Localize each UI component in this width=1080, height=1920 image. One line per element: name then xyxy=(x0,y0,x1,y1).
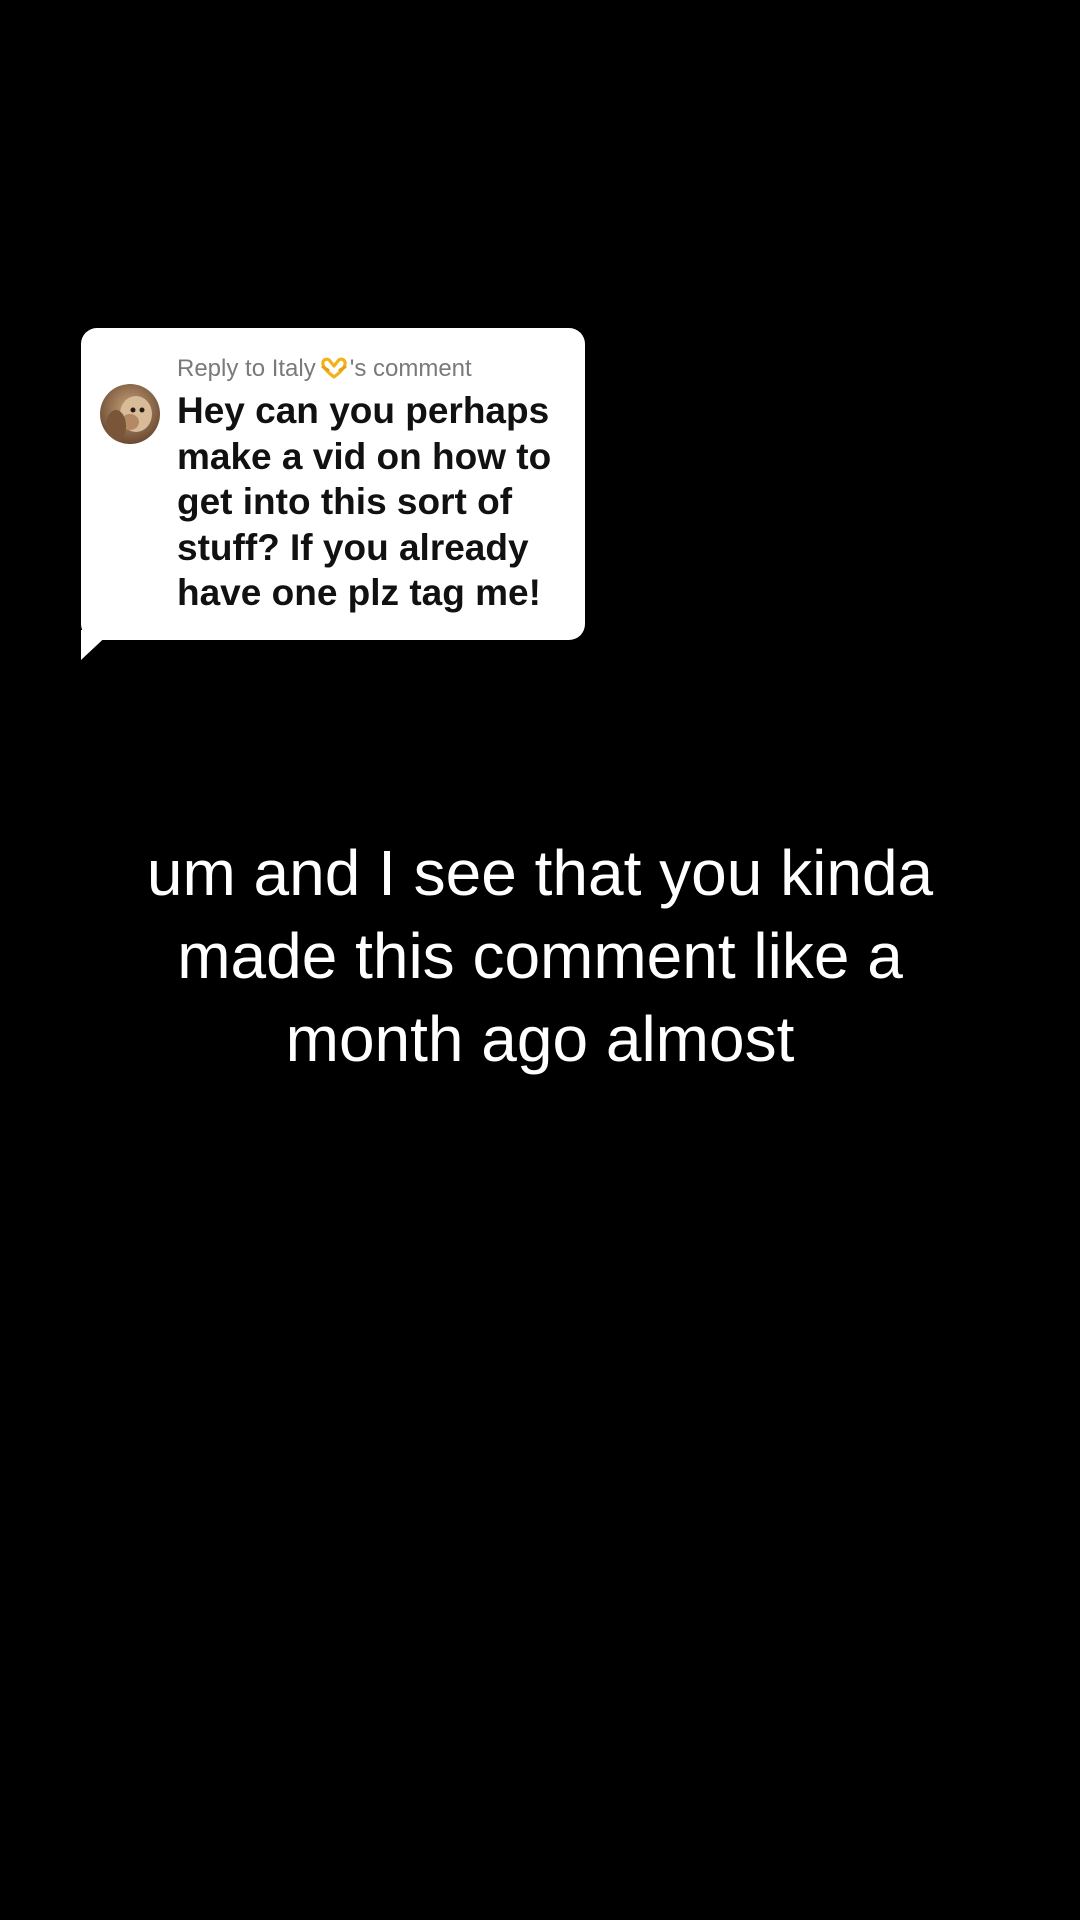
caption-line: um and I see that you kinda xyxy=(146,837,934,909)
reply-line: make a vid on how to xyxy=(177,435,552,477)
video-screen: Reply to Italy 's comment Hey can you per… xyxy=(0,0,1080,1920)
caption-line: made this comment like a xyxy=(177,920,903,992)
reply-line: stuff? If you already xyxy=(177,526,529,568)
video-caption: um and I see that you kinda made this co… xyxy=(0,832,1080,1081)
reply-header-suffix: 's comment xyxy=(349,355,472,382)
reply-header: Reply to Italy 's comment xyxy=(177,352,472,389)
commenter-avatar[interactable] xyxy=(100,384,160,444)
reply-line: have one plz tag me! xyxy=(177,572,541,613)
reply-line: get into this sort of xyxy=(177,481,513,522)
reply-bubble-tail xyxy=(81,630,113,660)
reply-comment-text: Hey can you perhaps make a vid on how to… xyxy=(177,388,577,616)
reply-header-prefix: Reply to Italy xyxy=(177,355,316,382)
caption-line: month ago almost xyxy=(285,1003,795,1075)
user-avatar-photo-icon xyxy=(100,384,160,444)
heart-hands-icon xyxy=(320,355,348,389)
reply-line: Hey can you perhaps xyxy=(177,390,550,431)
